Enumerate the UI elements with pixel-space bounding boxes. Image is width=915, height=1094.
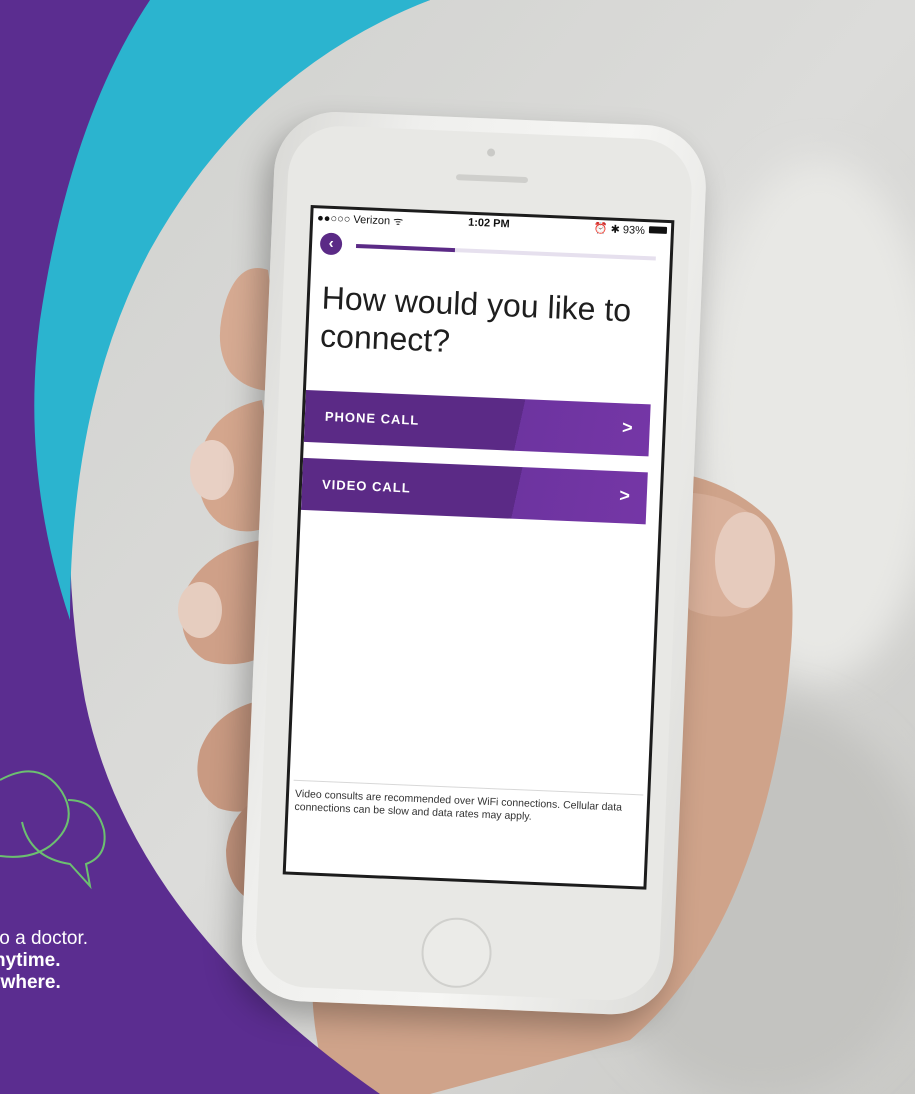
carrier-label: ●●○○○ Verizon ᯤ <box>316 212 404 228</box>
chevron-right-icon: > <box>621 417 635 438</box>
footer-note: Video consults are recommended over WiFi… <box>294 787 623 823</box>
progress-bar <box>355 243 656 261</box>
back-button[interactable]: ‹ <box>319 232 343 256</box>
video-call-button[interactable]: VIDEO CALL > <box>300 457 648 525</box>
clock: 1:02 PM <box>467 216 510 231</box>
phone-screen: ●●○○○ Verizon ᯤ 1:02 PM ⏰ ✱ 93% ‹ How wo… <box>282 205 675 890</box>
marketing-scene: to a doctor. nytime. ywhere. ●●○○○ Veriz… <box>0 0 915 1094</box>
phone-call-button[interactable]: PHONE CALL > <box>303 389 651 457</box>
battery-icon <box>648 226 668 234</box>
battery-label: ⏰ ✱ 93% <box>593 222 646 238</box>
progress-fill <box>355 243 456 253</box>
phone-call-label: PHONE CALL <box>324 408 420 428</box>
chevron-right-icon: > <box>618 485 632 506</box>
phone: ●●○○○ Verizon ᯤ 1:02 PM ⏰ ✱ 93% ‹ How wo… <box>0 0 915 1094</box>
page-title: How would you like to connect? <box>319 279 632 359</box>
video-call-label: VIDEO CALL <box>321 476 412 496</box>
chevron-left-icon: ‹ <box>328 234 334 253</box>
